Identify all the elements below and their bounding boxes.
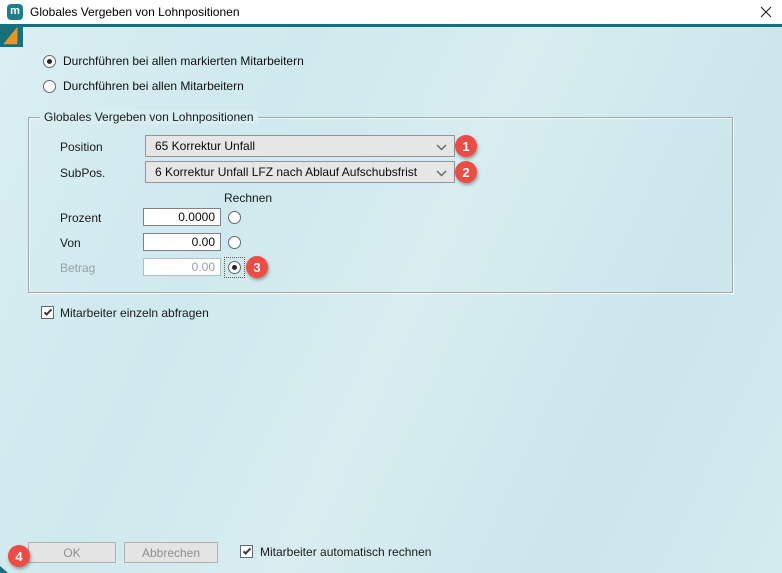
app-icon: m — [7, 4, 23, 20]
dialog-window: m Globales Vergeben von Lohnpositionen D… — [0, 0, 782, 573]
position-dropdown[interactable]: 65 Korrektur Unfall — [145, 135, 455, 157]
annotation-badge-1: 1 — [455, 135, 477, 157]
einzeln-abfragen-checkbox[interactable] — [41, 306, 54, 319]
corner-decoration — [0, 24, 23, 47]
prozent-rechnen-radio[interactable] — [228, 211, 241, 224]
scope-option-label: Durchführen bei allen markierten Mitarbe… — [63, 54, 304, 68]
close-button[interactable] — [756, 3, 776, 21]
corner-fold-icon — [0, 24, 23, 47]
scope-option-all-employees[interactable]: Durchführen bei allen Mitarbeitern — [43, 79, 244, 93]
cancel-button[interactable]: Abbrechen — [124, 542, 218, 563]
scope-option-marked-employees[interactable]: Durchführen bei allen markierten Mitarbe… — [43, 54, 304, 68]
close-icon — [760, 6, 772, 18]
groupbox-title: Globales Vergeben von Lohnpositionen — [40, 110, 258, 124]
von-label: Von — [60, 236, 81, 250]
betrag-input — [143, 258, 221, 276]
title-bar: m Globales Vergeben von Lohnpositionen — [0, 0, 782, 24]
position-dropdown-value: 65 Korrektur Unfall — [155, 139, 255, 153]
prozent-input[interactable] — [143, 208, 221, 226]
checkmark-icon — [43, 307, 51, 315]
scope-option-label: Durchführen bei allen Mitarbeitern — [63, 79, 244, 93]
subpos-dropdown[interactable]: 6 Korrektur Unfall LFZ nach Ablauf Aufsc… — [145, 161, 455, 183]
window-title: Globales Vergeben von Lohnpositionen — [30, 5, 240, 19]
subpos-dropdown-value: 6 Korrektur Unfall LFZ nach Ablauf Aufsc… — [155, 165, 417, 179]
chevron-down-icon — [436, 170, 447, 177]
betrag-label: Betrag — [60, 261, 95, 275]
betrag-rechnen-radio[interactable] — [228, 261, 241, 274]
automatisch-rechnen-checkbox[interactable] — [240, 545, 253, 558]
dialog-content-background — [0, 27, 782, 573]
von-input[interactable] — [143, 233, 221, 251]
rechnen-header: Rechnen — [224, 191, 272, 205]
prozent-label: Prozent — [60, 211, 101, 225]
annotation-badge-4: 4 — [8, 545, 30, 567]
chevron-down-icon — [436, 144, 447, 151]
einzeln-abfragen-label: Mitarbeiter einzeln abfragen — [60, 306, 209, 320]
position-label: Position — [60, 140, 103, 154]
ok-button[interactable]: OK — [28, 542, 116, 563]
radio-selected-icon — [43, 55, 56, 68]
checkmark-icon — [242, 546, 250, 554]
annotation-badge-3: 3 — [246, 256, 268, 278]
radio-unselected-icon — [43, 80, 56, 93]
automatisch-rechnen-label: Mitarbeiter automatisch rechnen — [260, 545, 431, 559]
annotation-badge-2: 2 — [455, 161, 477, 183]
subpos-label: SubPos. — [60, 166, 105, 180]
von-rechnen-radio[interactable] — [228, 236, 241, 249]
